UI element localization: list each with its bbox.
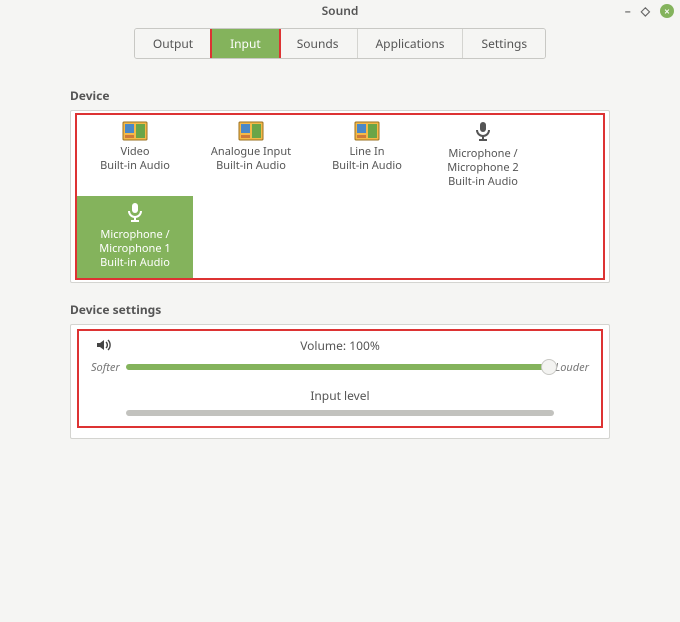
audio-card-icon [238,121,264,141]
input-level-label: Input level [91,387,589,404]
content: Device Video Built-in Audio [0,59,680,439]
louder-label: Louder [555,360,589,375]
device-panel: Video Built-in Audio Analogue Input Buil… [70,110,610,283]
device-linein[interactable]: Line In Built-in Audio [309,115,425,196]
audio-card-icon [354,121,380,141]
device-name-line2: Built-in Audio [195,159,307,173]
window-controls: – ◇ × [625,2,674,19]
device-mic2[interactable]: Microphone / Microphone 2 Built-in Audio [425,115,541,196]
audio-card-icon [122,121,148,141]
device-name-line1: Video [79,145,191,159]
device-name-line2: Microphone 2 [427,161,539,175]
device-section-label: Device [70,87,610,104]
device-name-line1: Line In [311,145,423,159]
tab-applications[interactable]: Applications [358,29,464,58]
settings-panel: Volume: 100% Softer Louder Input level [70,324,610,439]
title-bar: Sound – ◇ × [0,0,680,20]
volume-slider[interactable] [126,364,549,370]
microphone-icon [473,121,493,143]
device-name-line1: Analogue Input [195,145,307,159]
device-analogue[interactable]: Analogue Input Built-in Audio [193,115,309,196]
tab-input[interactable]: Input [210,28,281,59]
volume-row: Volume: 100% [91,337,589,354]
tab-output[interactable]: Output [135,29,212,58]
tabs-row: Output Input Sounds Applications Setting… [0,28,680,59]
volume-label: Volume: 100% [300,337,380,354]
minimize-button[interactable]: – [625,2,631,19]
softer-label: Softer [91,360,120,375]
device-name-line3: Built-in Audio [427,175,539,189]
volume-icon [95,337,111,357]
device-name-line2: Microphone 1 [79,242,191,256]
device-settings-label: Device settings [70,301,610,318]
device-name-line1: Microphone / [79,228,191,242]
device-video[interactable]: Video Built-in Audio [77,115,193,196]
volume-slider-thumb[interactable] [541,359,557,375]
tabs: Output Input Sounds Applications Setting… [134,28,546,59]
window-title: Sound [322,2,359,19]
device-mic1[interactable]: Microphone / Microphone 1 Built-in Audio [77,196,193,277]
close-button[interactable]: × [660,4,674,18]
device-name-line2: Built-in Audio [311,159,423,173]
input-level-meter [126,410,554,416]
tab-settings[interactable]: Settings [463,29,545,58]
device-grid: Video Built-in Audio Analogue Input Buil… [75,113,605,280]
device-name-line3: Built-in Audio [79,256,191,270]
volume-slider-row: Softer Louder [91,360,589,375]
microphone-icon [125,202,145,224]
device-name-line1: Microphone / [427,147,539,161]
maximize-button[interactable]: ◇ [641,2,650,19]
device-name-line2: Built-in Audio [79,159,191,173]
tab-sounds[interactable]: Sounds [279,29,358,58]
settings-highlight: Volume: 100% Softer Louder Input level [77,329,603,428]
